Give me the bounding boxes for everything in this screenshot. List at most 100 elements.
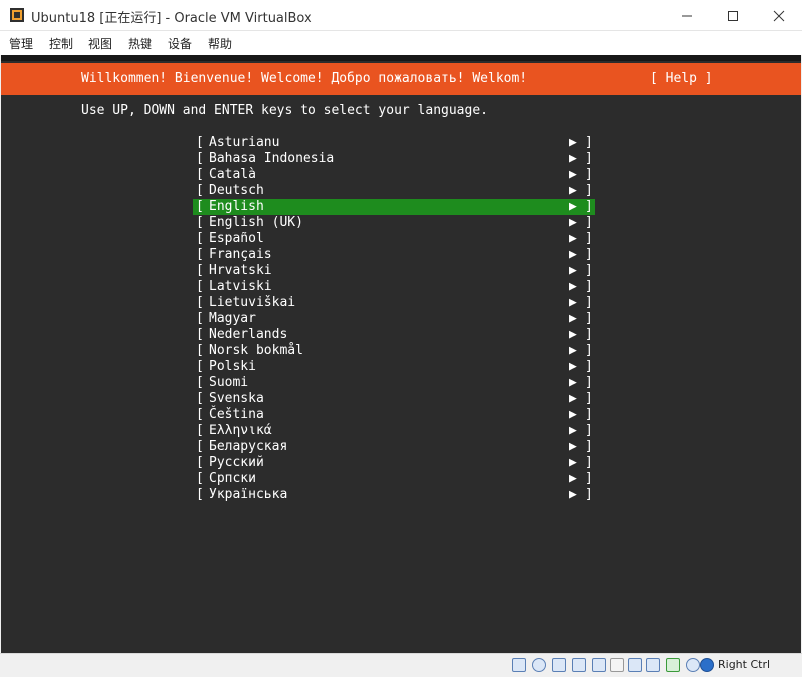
- bracket-close: ]: [585, 359, 593, 374]
- maximize-icon: [728, 10, 738, 21]
- language-label: English (UK): [209, 215, 303, 230]
- bracket-open: [: [196, 231, 204, 246]
- bracket-close: ]: [585, 343, 593, 358]
- bracket-open: [: [196, 199, 204, 214]
- bracket-open: [: [196, 407, 204, 422]
- language-option[interactable]: [Català ▶]: [193, 167, 595, 183]
- language-option[interactable]: [Ελληνικά ▶]: [193, 423, 595, 439]
- language-option[interactable]: [Bahasa Indonesia ▶]: [193, 151, 595, 167]
- help-button[interactable]: [ Help ]: [650, 71, 713, 87]
- bracket-close: ]: [585, 327, 593, 342]
- close-button[interactable]: [756, 0, 802, 31]
- bracket-close: ]: [585, 423, 593, 438]
- arrow-right-icon: ▶: [569, 167, 577, 182]
- close-icon: [773, 10, 785, 21]
- bracket-open: [: [196, 343, 204, 358]
- language-option[interactable]: [English (UK) ▶]: [193, 215, 595, 231]
- language-label: Čeština: [209, 407, 264, 422]
- menu-hotkeys[interactable]: 热键: [128, 35, 152, 52]
- language-option[interactable]: [Norsk bokmål ▶]: [193, 343, 595, 359]
- language-option[interactable]: [Hrvatski ▶]: [193, 263, 595, 279]
- network-icon[interactable]: [572, 658, 586, 672]
- bracket-open: [: [196, 359, 204, 374]
- minimize-button[interactable]: [664, 0, 710, 31]
- language-option[interactable]: [Asturianu ▶]: [193, 135, 595, 151]
- language-label: Magyar: [209, 311, 256, 326]
- language-label: Lietuviškai: [209, 295, 296, 310]
- maximize-button[interactable]: [710, 0, 756, 31]
- bracket-close: ]: [585, 311, 593, 326]
- shared-folders-icon[interactable]: [610, 658, 624, 672]
- bracket-open: [: [196, 439, 204, 454]
- language-option[interactable]: [ Español ▶]: [193, 231, 595, 247]
- bracket-close: ]: [585, 247, 593, 262]
- language-option[interactable]: [ English ▶]: [193, 199, 595, 215]
- language-option[interactable]: [Svenska ▶]: [193, 391, 595, 407]
- arrow-right-icon: ▶: [569, 247, 577, 262]
- hard-disk-icon[interactable]: [512, 658, 526, 672]
- bracket-close: ]: [585, 407, 593, 422]
- language-option[interactable]: [Српски ▶]: [193, 471, 595, 487]
- language-option[interactable]: [Русский ▶]: [193, 455, 595, 471]
- language-label: Polski: [209, 359, 256, 374]
- language-option[interactable]: [Беларуская ▶]: [193, 439, 595, 455]
- virtualbox-icon: [10, 8, 24, 22]
- language-label: Українська: [209, 487, 288, 502]
- menu-view[interactable]: 视图: [88, 35, 112, 52]
- language-label: Suomi: [209, 375, 249, 390]
- bracket-close: ]: [585, 199, 593, 214]
- screen-top-border: [1, 55, 801, 61]
- bracket-close: ]: [585, 167, 593, 182]
- language-option[interactable]: [Français ▶]: [193, 247, 595, 263]
- language-option[interactable]: [ Čeština ▶]: [193, 407, 595, 423]
- language-label: Deutsch: [209, 183, 264, 198]
- language-label: Bahasa Indonesia: [209, 151, 335, 166]
- language-label: Español: [209, 231, 264, 246]
- vm-screen[interactable]: Willkommen! Bienvenue! Welcome! Добро по…: [1, 55, 801, 653]
- bracket-close: ]: [585, 231, 593, 246]
- recording-icon[interactable]: [646, 658, 660, 672]
- bracket-open: [: [196, 311, 204, 326]
- bracket-open: [: [196, 327, 204, 342]
- menu-devices[interactable]: 设备: [168, 35, 192, 52]
- language-label: Asturianu: [209, 135, 280, 150]
- language-option[interactable]: [Polski ▶]: [193, 359, 595, 375]
- menu-manage[interactable]: 管理: [9, 35, 33, 52]
- bracket-open: [: [196, 135, 204, 150]
- language-option[interactable]: [Українська ▶]: [193, 487, 595, 503]
- arrow-right-icon: ▶: [569, 343, 577, 358]
- bracket-open: [: [196, 487, 204, 502]
- mouse-integration-icon[interactable]: [686, 658, 700, 672]
- language-option[interactable]: [Nederlands ▶]: [193, 327, 595, 343]
- arrow-right-icon: ▶: [569, 439, 577, 454]
- status-bar: Right Ctrl: [0, 653, 802, 677]
- audio-icon[interactable]: [552, 658, 566, 672]
- arrow-right-icon: ▶: [569, 231, 577, 246]
- bracket-close: ]: [585, 455, 593, 470]
- bracket-open: [: [196, 455, 204, 470]
- window-title-bar: Ubuntu18 [正在运行] - Oracle VM VirtualBox: [0, 0, 802, 31]
- menu-help[interactable]: 帮助: [208, 35, 232, 52]
- arrow-right-icon: ▶: [569, 199, 577, 214]
- optical-drive-icon[interactable]: [532, 658, 546, 672]
- arrow-right-icon: ▶: [569, 295, 577, 310]
- language-label: Latviski: [209, 279, 272, 294]
- arrow-right-icon: ▶: [569, 183, 577, 198]
- menu-control[interactable]: 控制: [49, 35, 73, 52]
- language-option[interactable]: [Lietuviškai ▶]: [193, 295, 595, 311]
- arrow-right-icon: ▶: [569, 407, 577, 422]
- language-option[interactable]: [Latviski ▶]: [193, 279, 595, 295]
- arrow-right-icon: ▶: [569, 215, 577, 230]
- language-label: Беларуская: [209, 439, 288, 454]
- language-label: Nederlands: [209, 327, 288, 342]
- display-icon[interactable]: [628, 658, 642, 672]
- language-label: Ελληνικά: [209, 423, 272, 438]
- language-label: English: [209, 199, 264, 214]
- language-option[interactable]: [Magyar ▶]: [193, 311, 595, 327]
- usb-icon[interactable]: [592, 658, 606, 672]
- bracket-open: [: [196, 375, 204, 390]
- arrow-right-icon: ▶: [569, 455, 577, 470]
- bracket-close: ]: [585, 279, 593, 294]
- language-option[interactable]: [Suomi ▶]: [193, 375, 595, 391]
- language-option[interactable]: [Deutsch ▶]: [193, 183, 595, 199]
